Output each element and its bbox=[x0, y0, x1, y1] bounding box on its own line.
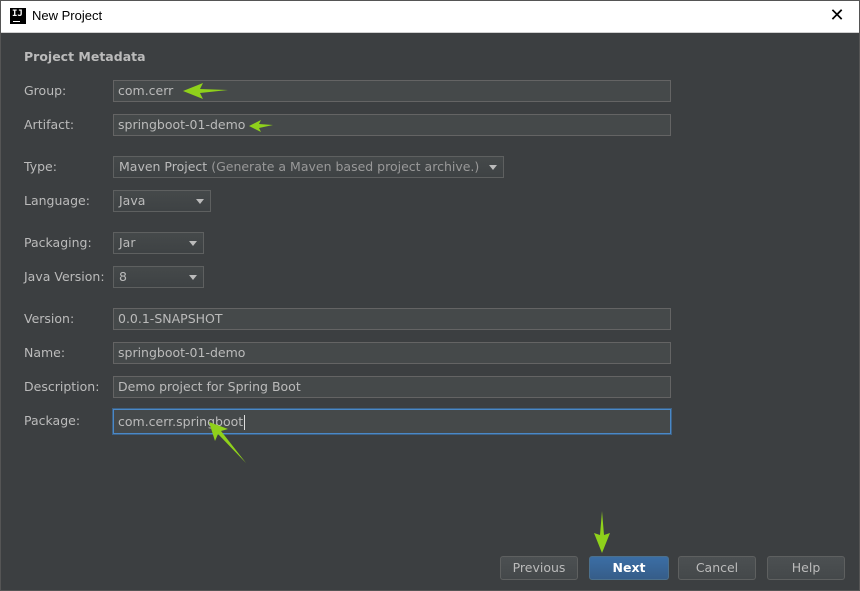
close-icon[interactable]: ✕ bbox=[825, 4, 849, 28]
name-field[interactable]: springboot-01-demo bbox=[113, 342, 671, 364]
title-bar: IJ New Project ✕ bbox=[1, 1, 859, 33]
window-title: New Project bbox=[32, 8, 103, 23]
chevron-down-icon bbox=[489, 165, 497, 170]
type-value: Maven Project bbox=[119, 159, 208, 174]
new-project-dialog: IJ New Project ✕ Project Metadata Group:… bbox=[0, 0, 860, 591]
section-title: Project Metadata bbox=[24, 49, 146, 64]
language-value: Java bbox=[119, 193, 146, 208]
java-version-label: Java Version: bbox=[24, 269, 105, 284]
package-field[interactable]: com.cerr.springboot bbox=[113, 409, 671, 434]
next-button[interactable]: Next bbox=[589, 556, 669, 580]
java-version-value: 8 bbox=[119, 269, 127, 284]
type-hint: (Generate a Maven based project archive.… bbox=[211, 159, 480, 174]
text-caret bbox=[244, 415, 246, 430]
package-value: com.cerr.springboot bbox=[118, 414, 244, 429]
packaging-select[interactable]: Jar bbox=[113, 232, 204, 254]
packaging-value: Jar bbox=[119, 235, 136, 250]
chevron-down-icon bbox=[189, 275, 197, 280]
annotation-arrow-icon bbox=[594, 511, 610, 553]
chevron-down-icon bbox=[196, 199, 204, 204]
packaging-label: Packaging: bbox=[24, 235, 92, 250]
language-select[interactable]: Java bbox=[113, 190, 211, 212]
intellij-icon: IJ bbox=[10, 8, 26, 24]
version-label: Version: bbox=[24, 311, 75, 326]
version-field[interactable]: 0.0.1-SNAPSHOT bbox=[113, 308, 671, 330]
type-label: Type: bbox=[24, 159, 57, 174]
artifact-field[interactable]: springboot-01-demo bbox=[113, 114, 671, 136]
java-version-select[interactable]: 8 bbox=[113, 266, 204, 288]
help-button[interactable]: Help bbox=[767, 556, 845, 580]
package-label: Package: bbox=[24, 413, 81, 428]
language-label: Language: bbox=[24, 193, 90, 208]
artifact-label: Artifact: bbox=[24, 117, 75, 132]
description-field[interactable]: Demo project for Spring Boot bbox=[113, 376, 671, 398]
name-label: Name: bbox=[24, 345, 66, 360]
group-field[interactable]: com.cerr bbox=[113, 80, 671, 102]
previous-button[interactable]: Previous bbox=[500, 556, 578, 580]
chevron-down-icon bbox=[189, 241, 197, 246]
cancel-button[interactable]: Cancel bbox=[678, 556, 756, 580]
description-label: Description: bbox=[24, 379, 100, 394]
type-select[interactable]: Maven Project (Generate a Maven based pr… bbox=[113, 156, 504, 178]
group-label: Group: bbox=[24, 83, 67, 98]
